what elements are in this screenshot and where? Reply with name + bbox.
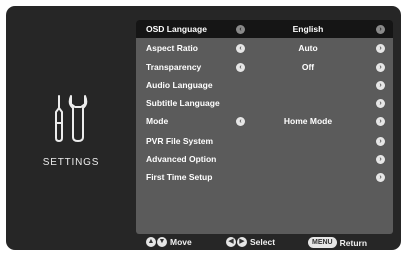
chevron-right-icon[interactable]: ›: [376, 44, 385, 53]
chevron-left-icon[interactable]: ‹: [236, 63, 245, 72]
menu-item-aspect-ratio[interactable]: Aspect Ratio ‹ Auto ›: [136, 39, 393, 57]
chevron-right-icon[interactable]: ›: [376, 25, 385, 34]
return-hint: MENU Return: [308, 237, 367, 248]
wrench-screwdriver-icon: [55, 95, 88, 142]
menu-item-transparency[interactable]: Transparency ‹ Off ›: [136, 58, 393, 76]
menu-item-label: Aspect Ratio: [146, 43, 198, 53]
chevron-left-icon[interactable]: ‹: [236, 44, 245, 53]
chevron-right-icon[interactable]: ›: [376, 81, 385, 90]
settings-title: SETTINGS: [42, 157, 100, 168]
select-label: Select: [250, 237, 276, 247]
menu-item-label: OSD Language: [146, 24, 207, 34]
menu-item-label: Transparency: [146, 62, 202, 72]
move-label: Move: [170, 237, 192, 247]
menu-item-label: Advanced Option: [146, 154, 217, 164]
menu-item-value: Off: [301, 62, 315, 72]
menu-item-value: Auto: [298, 43, 318, 53]
menu-item-label: PVR File System: [146, 136, 214, 146]
chevron-right-icon[interactable]: ›: [376, 117, 385, 126]
menu-item-audio-language[interactable]: Audio Language ›: [136, 76, 393, 94]
menu-item-label: Subtitle Language: [146, 98, 220, 108]
menu-key-badge: MENU: [308, 237, 337, 248]
down-arrow-icon: ▼: [157, 237, 167, 247]
menu-item-first-time-setup[interactable]: First Time Setup ›: [136, 168, 393, 186]
menu-item-label: First Time Setup: [146, 172, 213, 182]
chevron-right-icon[interactable]: ›: [376, 173, 385, 182]
menu-item-mode[interactable]: Mode ‹ Home Mode ›: [136, 112, 393, 130]
chevron-left-icon[interactable]: ‹: [236, 117, 245, 126]
return-label: Return: [339, 237, 368, 248]
chevron-left-icon[interactable]: ‹: [236, 25, 245, 34]
menu-item-value: Home Mode: [283, 116, 333, 126]
chevron-right-icon[interactable]: ›: [376, 137, 385, 146]
left-arrow-icon: ◀: [226, 237, 236, 247]
menu-item-value: English: [292, 24, 324, 34]
right-arrow-icon: ▶: [237, 237, 247, 247]
select-hint: ◀ ▶ Select: [226, 237, 275, 247]
chevron-right-icon[interactable]: ›: [376, 99, 385, 108]
chevron-right-icon[interactable]: ›: [376, 155, 385, 164]
up-arrow-icon: ▲: [146, 237, 156, 247]
settings-sidebar: SETTINGS: [6, 6, 136, 250]
menu-item-advanced-option[interactable]: Advanced Option ›: [136, 150, 393, 168]
menu-item-label: Mode: [146, 116, 169, 126]
menu-item-osd-language[interactable]: OSD Language ‹ English ›: [136, 20, 393, 38]
chevron-right-icon[interactable]: ›: [376, 63, 385, 72]
move-hint: ▲ ▼ Move: [146, 237, 192, 247]
menu-item-pvr-file-system[interactable]: PVR File System ›: [136, 132, 393, 150]
key-hints: ▲ ▼ Move ◀ ▶ Select MENU Return: [136, 234, 393, 250]
menu-item-subtitle-language[interactable]: Subtitle Language ›: [136, 94, 393, 112]
menu-item-label: Audio Language: [146, 80, 213, 90]
tv-screen: SETTINGS OSD Language ‹ English › Aspect…: [6, 6, 401, 250]
settings-menu: OSD Language ‹ English › Aspect Ratio ‹ …: [136, 20, 393, 234]
